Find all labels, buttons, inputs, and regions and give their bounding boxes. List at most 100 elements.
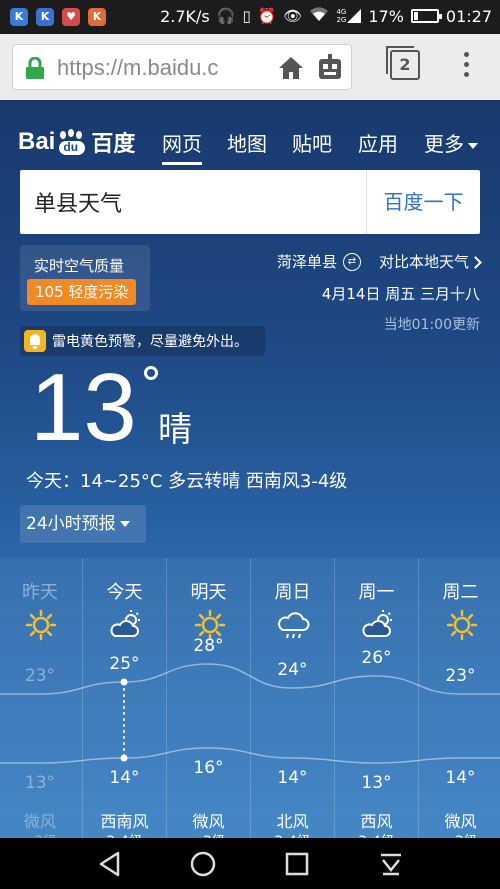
wifi-icon: [309, 6, 329, 26]
recents-icon[interactable]: [283, 850, 311, 878]
forecast-day-label: 周二: [442, 582, 479, 603]
forecast-day-column[interactable]: 周二 23° 14° 微风<3级: [418, 558, 500, 838]
update-time: 当地01:00更新: [383, 317, 480, 333]
today-summary: 今天：14~25°C 多云转晴 西南风3-4级: [26, 471, 348, 492]
search-input[interactable]: [20, 170, 365, 234]
forecast-wind-level: <3级: [167, 831, 250, 838]
forecast-high-temp: 28°: [193, 636, 224, 656]
baidu-logo[interactable]: Bai du 百度: [18, 126, 135, 158]
address-bar[interactable]: https://m.baidu.c: [12, 44, 352, 90]
back-icon[interactable]: [96, 850, 124, 878]
weather-alert[interactable]: 雷电黄色预警，尽量避免外出。: [20, 326, 265, 356]
nav-tab-map[interactable]: 地图: [227, 128, 267, 157]
aqi-badge: 105 轻度污染: [27, 279, 137, 305]
hourly-forecast-button[interactable]: 24小时预报: [20, 505, 146, 543]
nav-tab-apps[interactable]: 应用: [358, 128, 398, 157]
forecast-wind: 微风: [192, 812, 225, 831]
sun-icon: [446, 609, 478, 641]
partly-cloudy-icon: [110, 610, 140, 637]
top-nav: Bai du 百度 网页 地图 贴吧 应用 更多: [0, 122, 500, 165]
signal-icon: 4G 2G: [336, 8, 362, 24]
app-notification-icon: K: [10, 8, 28, 26]
aqi-title: 实时空气质量: [34, 257, 125, 275]
nav-more-label: 更多: [424, 132, 464, 156]
vibrate-icon: ▯: [242, 7, 251, 25]
robot-icon[interactable]: [315, 53, 345, 83]
network-badge-2g: 2G: [336, 16, 347, 24]
forecast-low-temp: 14°: [445, 768, 476, 788]
forecast-low-temp: 13°: [361, 773, 392, 793]
app-notification-icon: K: [36, 8, 54, 26]
switch-city-icon[interactable]: ⇄: [342, 252, 361, 271]
logo-text-cn: 百度: [91, 131, 136, 156]
battery-icon: [410, 9, 442, 23]
home-circle-icon[interactable]: [189, 850, 217, 878]
compare-local-link[interactable]: 对比本地天气: [379, 251, 482, 272]
home-icon[interactable]: [277, 54, 305, 82]
hourly-forecast-label: 24小时预报: [26, 514, 116, 534]
air-quality-card[interactable]: 实时空气质量 105 轻度污染: [20, 245, 150, 311]
forecast-day-column[interactable]: 周一 26° 13° 西风3-4级: [334, 558, 418, 838]
chevron-down-icon: [468, 142, 478, 149]
forecast-high-temp: 23°: [24, 666, 56, 686]
forecast-low-temp: 16°: [193, 758, 224, 778]
date-text: 4月14日 周五 三月十八: [321, 285, 480, 303]
forecast-day-label: 昨天: [22, 582, 58, 603]
url-text[interactable]: https://m.baidu.c: [57, 55, 267, 81]
browser-toolbar: https://m.baidu.c 2: [0, 34, 500, 100]
weather-page: Bai du 百度 网页 地图 贴吧 应用 更多 百度一下 实时空气质量 105…: [0, 100, 500, 838]
current-temperature: 13: [30, 354, 137, 461]
forecast-high-temp: 26°: [361, 648, 392, 668]
notification-pull-icon[interactable]: [377, 850, 405, 878]
forecast-wind-level: 3-4级: [251, 831, 334, 838]
daily-forecast: 昨天23°13°微风<3级今天25°14°西南风3-4级明天28°16°微风<3…: [0, 558, 500, 838]
battery-fill: [413, 12, 418, 20]
forecast-low-temp: 13°: [24, 773, 56, 793]
eye-icon: 👁: [283, 7, 303, 25]
forecast-day-column[interactable]: 周日 24° 14° 北风3-4级: [250, 558, 334, 838]
forecast-day-column[interactable]: 今天 25° 14° 西南风3-4级: [82, 558, 166, 838]
alert-text: 雷电黄色预警，尽量避免外出。: [52, 334, 248, 350]
forecast-wind: 微风: [444, 812, 477, 831]
tab-switcher-button[interactable]: 2: [386, 46, 420, 80]
city-name[interactable]: 菏泽单县: [277, 251, 337, 272]
forecast-wind: 微风: [23, 812, 56, 831]
headset-icon: 🎧: [216, 7, 236, 25]
sun-icon: [25, 609, 57, 641]
forecast-wind: 北风: [276, 812, 309, 831]
paw-icon: du: [57, 129, 87, 155]
forecast-wind-level: 3-4级: [335, 831, 418, 838]
forecast-day-label: 明天: [190, 582, 227, 603]
status-bar: K K ♥ K 2.7K/s 🎧 ▯ ⏰ 👁 4G 2G 17% 01:27: [0, 0, 500, 34]
forecast-day-column[interactable]: 明天 28° 16° 微风<3级: [166, 558, 250, 838]
chevron-right-icon: [469, 256, 482, 269]
system-nav-bar: [0, 838, 500, 889]
overflow-menu-icon[interactable]: [460, 52, 472, 82]
forecast-wind: 西南风: [100, 812, 149, 831]
logo-text-bai: Bai: [18, 128, 56, 155]
forecast-day-label: 周日: [274, 582, 311, 603]
nav-tab-web[interactable]: 网页: [162, 128, 202, 165]
forecast-low-temp: 14°: [109, 768, 140, 788]
nav-tab-more[interactable]: 更多: [424, 128, 478, 157]
forecast-day-label: 周一: [358, 582, 395, 603]
rain-cloud-icon: [278, 612, 310, 639]
chevron-down-icon: [119, 521, 130, 527]
forecast-high-temp: 25°: [109, 654, 140, 674]
forecast-day-label: 今天: [106, 582, 143, 603]
partly-cloudy-icon: [362, 610, 392, 637]
forecast-wind-level: 3-4级: [83, 831, 166, 838]
alarm-icon: ⏰: [257, 7, 277, 25]
battery-percent: 17%: [368, 6, 404, 26]
search-button[interactable]: 百度一下: [366, 170, 480, 234]
forecast-high-temp: 23°: [445, 666, 476, 686]
forecast-high-temp: 24°: [277, 660, 308, 680]
nav-tab-tieba[interactable]: 贴吧: [292, 128, 332, 157]
forecast-day-column[interactable]: 昨天 23° 13° 微风<3级: [0, 558, 82, 838]
lock-icon: [26, 57, 44, 79]
app-notification-icon: ♥: [62, 8, 80, 26]
net-speed: 2.7K/s: [160, 6, 210, 26]
clock: 01:27: [445, 6, 492, 26]
forecast-wind: 西风: [360, 812, 393, 831]
forecast-wind-level: <3级: [419, 831, 500, 838]
